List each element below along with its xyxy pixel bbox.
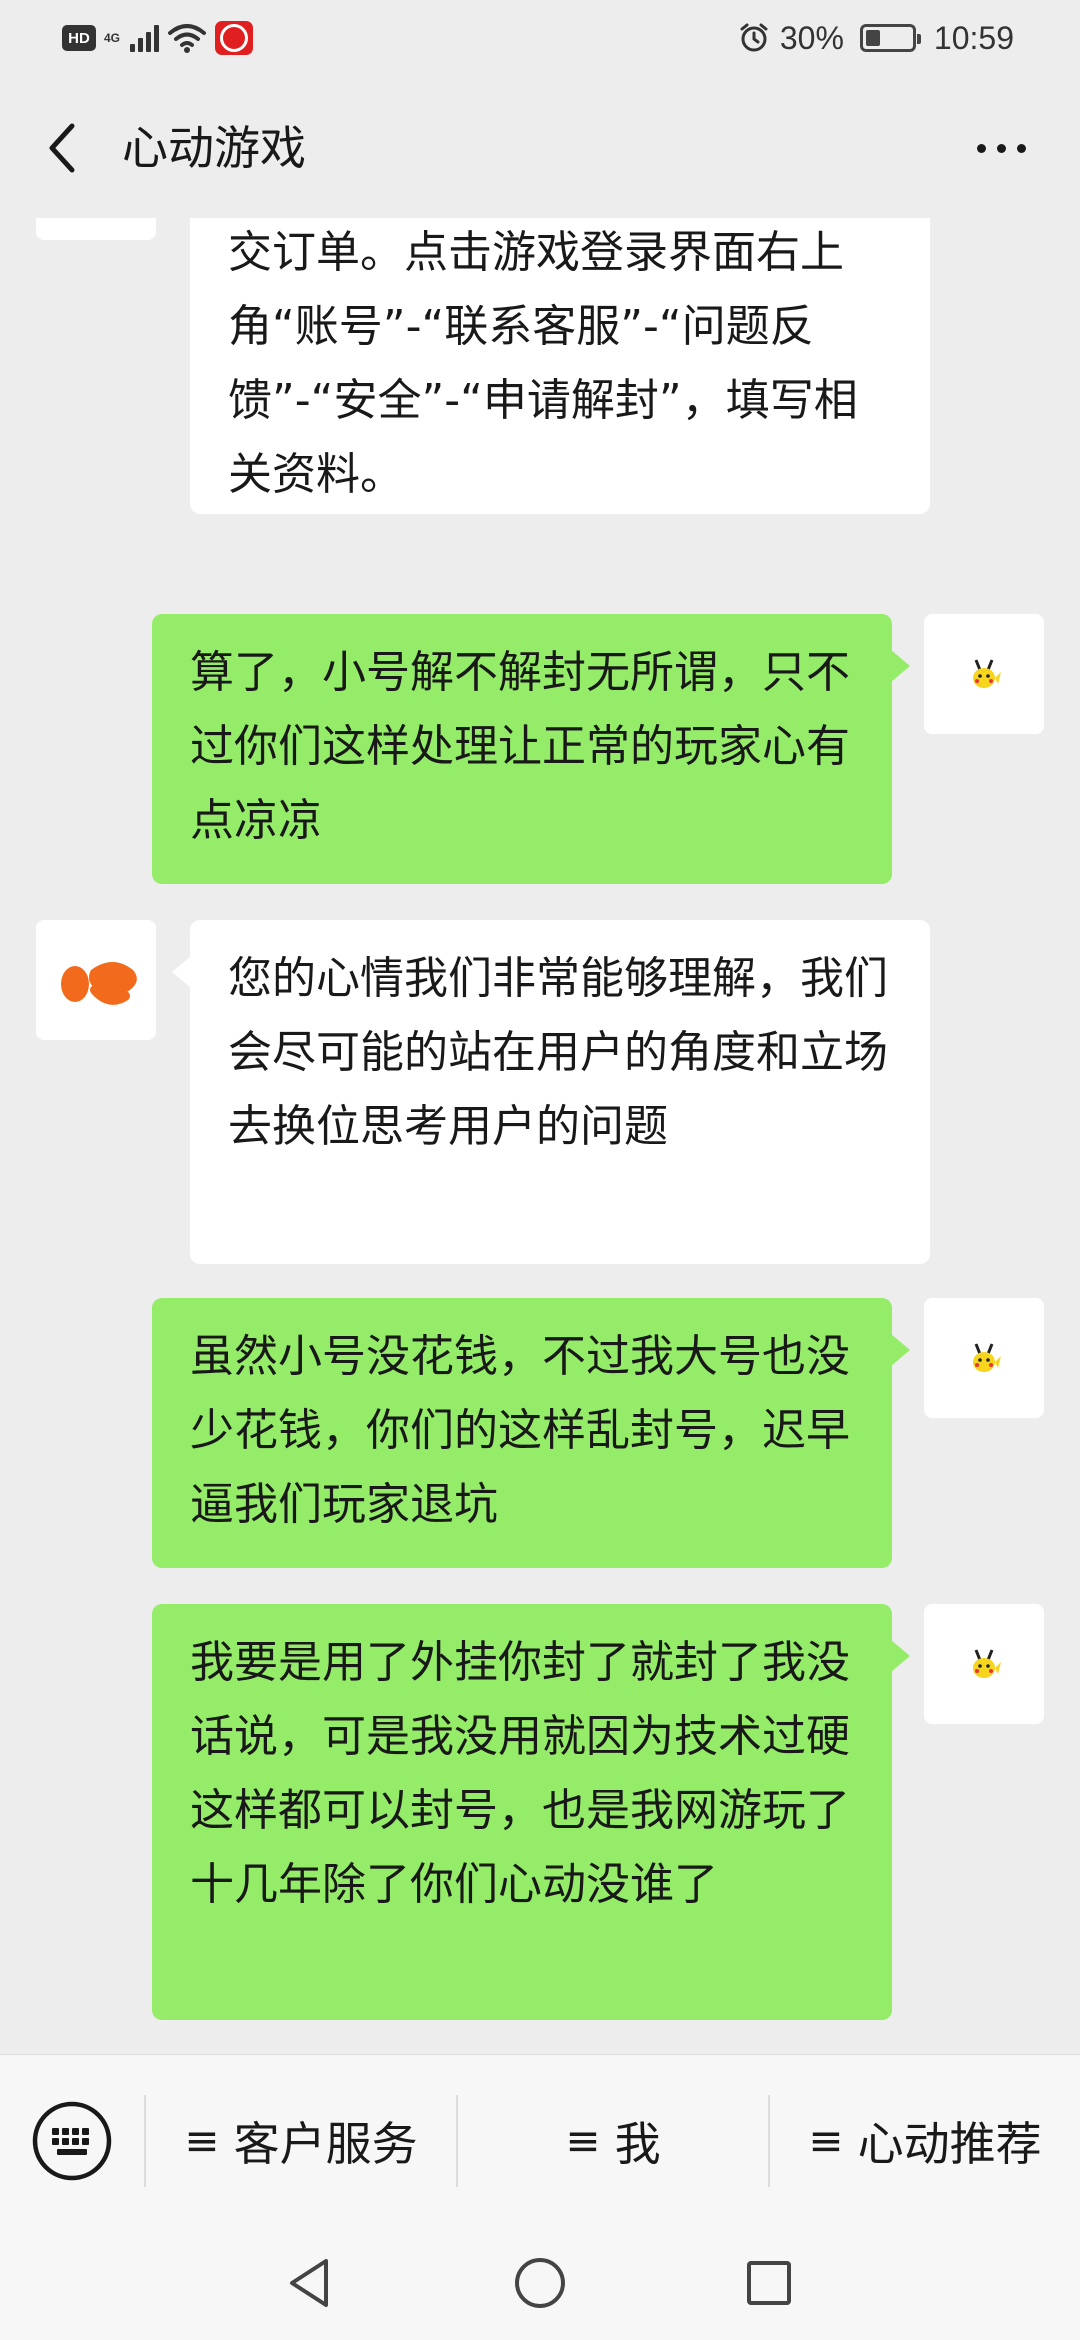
wifi-icon bbox=[168, 24, 206, 53]
menu-customer-service[interactable]: ≡ 客户服务 bbox=[146, 2055, 456, 2227]
status-left: HD 4G bbox=[62, 18, 253, 58]
message-bubble[interactable]: 您的问题需您前往自助进行申请提交订单。点击游戏登录界面右上角“账号”-“联系客服… bbox=[190, 218, 930, 514]
more-options-button[interactable] bbox=[966, 116, 1036, 180]
official-account-avatar[interactable] bbox=[36, 218, 156, 240]
nav-back-button[interactable] bbox=[276, 2250, 342, 2316]
message-bubble[interactable]: 算了，小号解不解封无所谓，只不过你们这样处理让正常的玩家心有点凉凉 bbox=[152, 614, 910, 884]
battery-percent: 30% bbox=[779, 19, 844, 56]
menu-lines-icon: ≡ bbox=[808, 2115, 844, 2165]
nav-home-button[interactable] bbox=[507, 2250, 573, 2316]
chat-area[interactable]: 您的问题需您前往自助进行申请提交订单。点击游戏登录界面右上角“账号”-“联系客服… bbox=[0, 218, 1080, 2054]
dot-icon bbox=[976, 143, 986, 153]
network-type-label: 4G bbox=[104, 31, 121, 45]
keyboard-icon bbox=[32, 2101, 112, 2180]
message-bubble[interactable]: 您的心情我们非常能够理解，我们会尽可能的站在用户的角度和立场去换位思考用户的问题 bbox=[172, 920, 930, 1264]
message-text: 算了，小号解不解封无所谓，只不过你们这样处理让正常的玩家心有点凉凉 bbox=[190, 647, 850, 846]
square-recent-icon bbox=[747, 2261, 791, 2305]
message-bubble[interactable]: 虽然小号没花钱，不过我大号也没少花钱，你们的这样乱封号，迟早逼我们玩家退坑 bbox=[152, 1298, 910, 1568]
user-avatar[interactable] bbox=[924, 614, 1044, 734]
user-avatar[interactable] bbox=[924, 1604, 1044, 1724]
message-bubble[interactable]: 我要是用了外挂你封了就封了我没话说，可是我没用就因为技术过硬这样都可以封号，也是… bbox=[152, 1604, 910, 2020]
message-text: 我要是用了外挂你封了就封了我没话说，可是我没用就因为技术过硬这样都可以封号，也是… bbox=[190, 1637, 850, 1910]
user-avatar[interactable] bbox=[924, 1298, 1044, 1418]
keyboard-toggle-button[interactable] bbox=[0, 2055, 144, 2227]
menu-xd-recommend[interactable]: ≡ 心动推荐 bbox=[770, 2055, 1080, 2227]
chevron-left-icon bbox=[49, 123, 75, 173]
pikachu-icon bbox=[973, 659, 1001, 688]
menu-me[interactable]: ≡ 我 bbox=[458, 2055, 768, 2227]
system-nav-bar bbox=[0, 2226, 1080, 2340]
menu-lines-icon: ≡ bbox=[184, 2115, 220, 2165]
status-bar: HD 4G 30% 10:59 bbox=[0, 0, 1080, 76]
circle-home-icon bbox=[515, 2258, 565, 2308]
carrier-icon bbox=[215, 21, 253, 55]
menu-label: 我 bbox=[614, 2116, 661, 2171]
signal-icon bbox=[130, 24, 159, 52]
dot-icon bbox=[996, 143, 1006, 153]
pikachu-icon bbox=[973, 1649, 1001, 1678]
page-title: 心动游戏 bbox=[122, 121, 306, 175]
message-text: 虽然小号没花钱，不过我大号也没少花钱，你们的这样乱封号，迟早逼我们玩家退坑 bbox=[190, 1331, 850, 1530]
nav-recent-apps-button[interactable] bbox=[736, 2250, 802, 2316]
triangle-back-icon bbox=[290, 2259, 328, 2307]
menu-label: 心动推荐 bbox=[857, 2116, 1042, 2171]
alarm-icon bbox=[740, 23, 768, 52]
bottom-menu: ≡ 客户服务 ≡ 我 ≡ 心动推荐 bbox=[0, 2054, 1080, 2226]
xd-logo-icon bbox=[61, 962, 137, 1005]
hd-icon: HD bbox=[62, 25, 96, 51]
menu-lines-icon: ≡ bbox=[565, 2115, 601, 2165]
status-right: 30% 10:59 bbox=[738, 16, 1014, 60]
title-bar: 心动游戏 bbox=[0, 76, 1080, 218]
battery-icon bbox=[859, 24, 921, 52]
dot-icon bbox=[1016, 143, 1026, 153]
message-text: 您的问题需您前往自助进行申请提交订单。点击游戏登录界面右上角“账号”-“联系客服… bbox=[228, 227, 858, 500]
pikachu-icon bbox=[973, 1343, 1001, 1372]
menu-label: 客户服务 bbox=[233, 2116, 418, 2171]
clock-time: 10:59 bbox=[933, 19, 1014, 56]
back-button[interactable] bbox=[36, 116, 86, 180]
official-account-avatar[interactable] bbox=[36, 920, 156, 1040]
message-text: 您的心情我们非常能够理解，我们会尽可能的站在用户的角度和立场去换位思考用户的问题 bbox=[228, 953, 888, 1152]
